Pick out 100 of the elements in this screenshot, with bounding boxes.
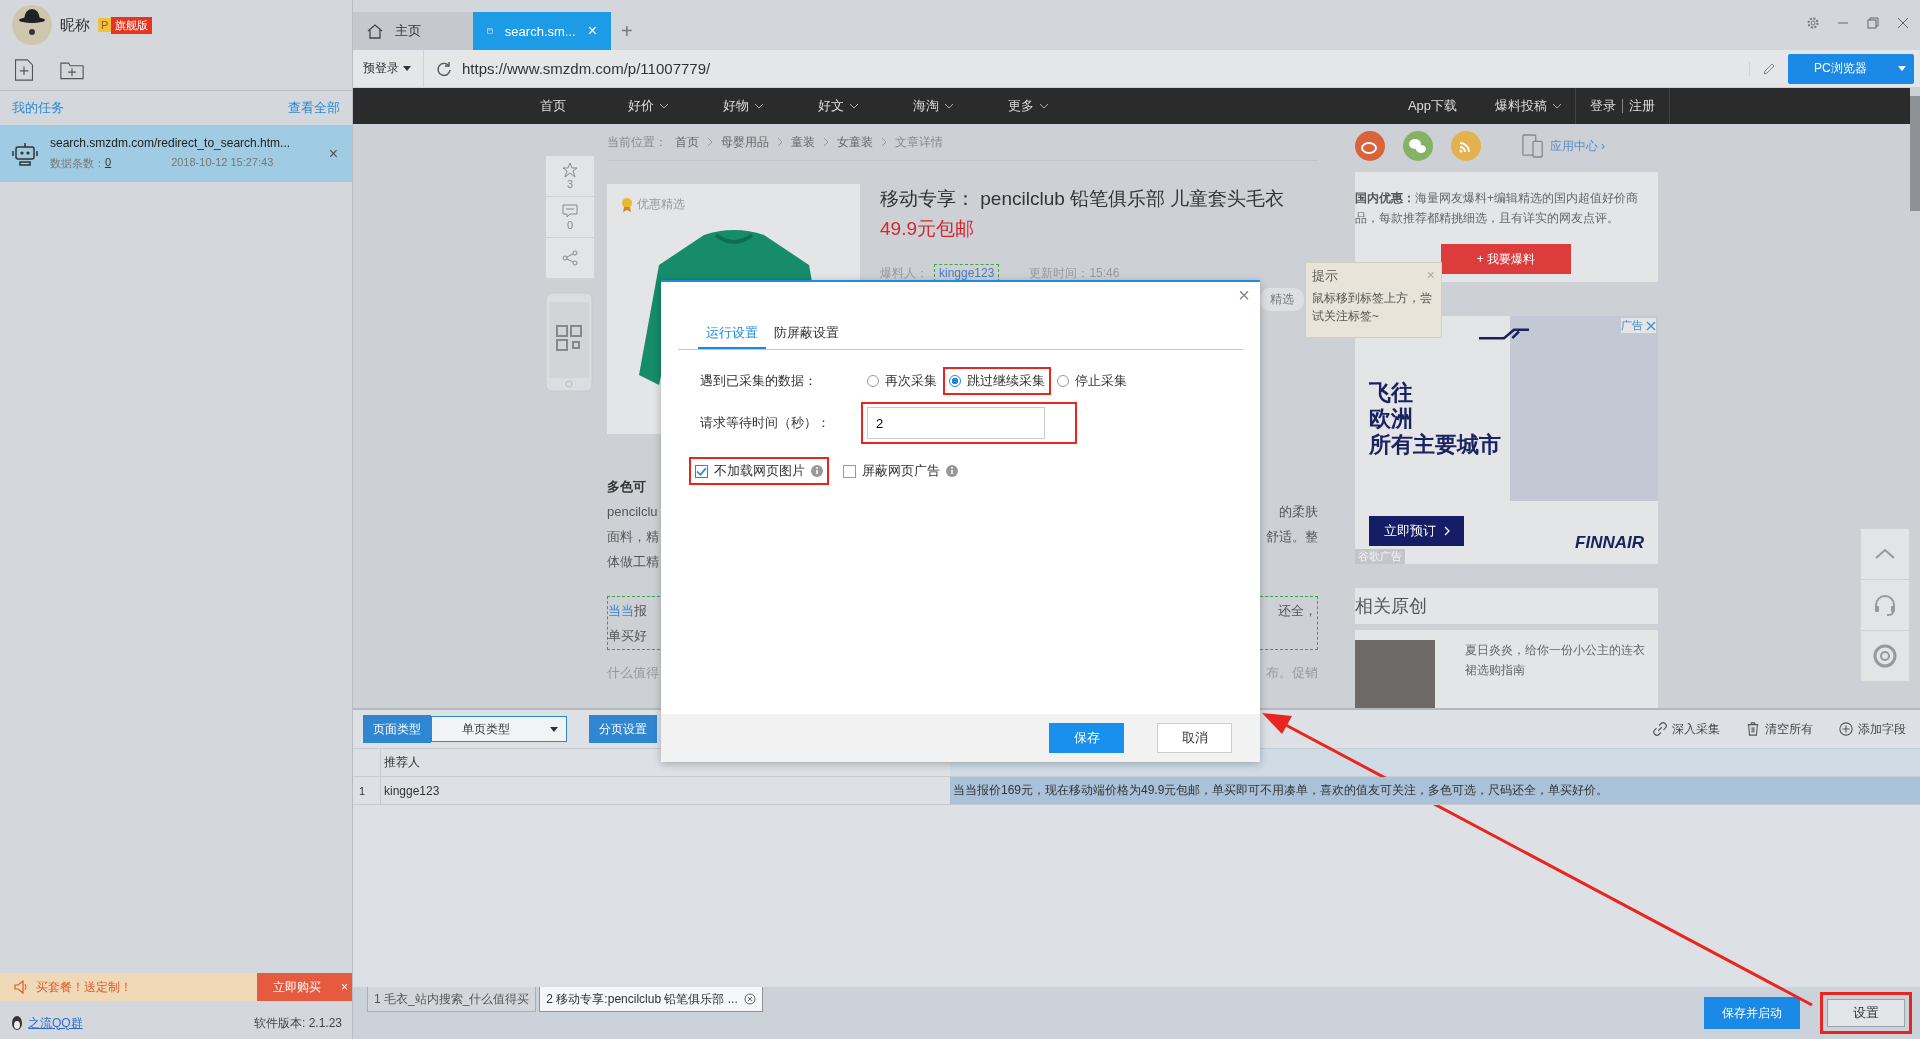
new-file-icon[interactable] (12, 59, 36, 81)
speaker-icon (14, 980, 30, 994)
breadcrumb-link[interactable]: 女童装 (837, 133, 873, 151)
qq-group-link[interactable]: 之流QQ群 (28, 1014, 83, 1032)
cancel-button[interactable]: 取消 (1157, 723, 1232, 753)
task-url: search.smzdm.com/redirect_to_search.htm... (50, 136, 292, 150)
dialog-tab[interactable]: 运行设置 (698, 320, 766, 349)
field-label: 遇到已采集的数据： (700, 372, 818, 390)
featured-label: 优惠精选 (637, 196, 685, 213)
nav-link[interactable]: 爆料投稿 (1480, 97, 1575, 115)
chat-bubbles-icon[interactable] (1403, 131, 1433, 161)
info-icon[interactable] (946, 465, 958, 477)
article-text: 什么值得 (607, 664, 659, 682)
close-button[interactable]: × (1238, 284, 1250, 307)
pagination-button[interactable]: 分页设置 (589, 715, 657, 743)
login-link[interactable]: 登录 (1590, 97, 1616, 115)
toolbar-action[interactable]: 清空所有 (1746, 720, 1813, 738)
close-icon[interactable] (1896, 16, 1910, 30)
register-link[interactable]: 注册 (1629, 97, 1655, 115)
home-icon (367, 23, 383, 39)
chevron-icon (881, 137, 887, 147)
browser-mode-button[interactable]: PC浏览器 (1788, 53, 1914, 84)
radio-option[interactable]: 再次采集 (867, 372, 937, 390)
refresh-icon[interactable] (436, 60, 452, 77)
nav-link[interactable]: 好文 (790, 97, 885, 115)
radio-option[interactable]: 跳过继续采集 (949, 372, 1045, 390)
nav-link[interactable]: 首页 (505, 97, 600, 115)
tip-title: 提示 (1312, 267, 1338, 285)
section-heading: 多色可 (607, 478, 646, 496)
close-button[interactable]: × (328, 144, 338, 163)
article-text: pencilclu (607, 503, 658, 521)
settings-icon[interactable] (1806, 16, 1820, 30)
field-label: 请求等待时间（秒）： (700, 414, 831, 432)
browser-tab[interactable]: 主页 (353, 12, 473, 50)
report-button[interactable]: + 我要爆料 (1441, 244, 1571, 274)
breadcrumb-link[interactable]: 童装 (791, 133, 815, 151)
radio-button[interactable] (949, 375, 961, 387)
airline-logo-icon (1479, 328, 1529, 340)
ad-headline: 飞往 (1369, 380, 1414, 406)
toolbar-action[interactable]: 添加字段 (1839, 720, 1906, 738)
checkbox[interactable] (843, 464, 856, 478)
checkbox-option[interactable]: 屏蔽网页广告 (843, 462, 940, 480)
input-field[interactable]: 2 (867, 407, 1045, 439)
buy-now-button[interactable]: 立即购买 (257, 973, 338, 1001)
related-article[interactable]: 夏日炎炎，给你一份小公主的连衣裙选购指南 (1355, 630, 1658, 708)
rss-icon[interactable] (1451, 131, 1481, 161)
table-cell: 当当报价169元，现在移动端价格为49.9元包邮，单买即可不用凑单，喜欢的值友可关注，多色可选，尺码还全，单买好价。 (950, 777, 1920, 804)
nav-link[interactable]: 海淘 (885, 97, 980, 115)
breadcrumb-link[interactable]: 母婴用品 (721, 133, 769, 151)
checkbox-option[interactable]: 不加载网页图片 (695, 462, 805, 480)
product-title: 移动专享： pencilclub 铅笔俱乐部 儿童套头毛衣 (880, 187, 1285, 211)
book-now-button[interactable]: 立即预订 (1369, 516, 1464, 546)
info-text: 国内优惠：海量网友爆料+编辑精选的国内超值好价商品，每款推荐都精挑细选，且有详实的网友点评。 (1355, 190, 1639, 227)
task-tab[interactable]: 2 移动专享:pencilclub 铅笔俱乐部 ... (539, 987, 763, 1012)
breadcrumb-link[interactable]: 首页 (675, 133, 699, 151)
toolbar-action[interactable]: 深入采集 (1653, 720, 1720, 738)
page-type-button[interactable]: 页面类型 (363, 715, 431, 743)
url-field[interactable]: https://www.smzdm.com/p/11007779/ (462, 60, 1737, 77)
pencil-icon[interactable] (1749, 61, 1776, 76)
radio-option[interactable]: 停止采集 (1057, 372, 1127, 390)
brand-text: FINNAIR (1574, 533, 1645, 553)
robot-icon (12, 140, 38, 167)
restore-icon[interactable] (1866, 16, 1880, 30)
task-time: 2018-10-12 15:27:43 (171, 156, 274, 170)
nav-link[interactable]: App下载 (1385, 97, 1480, 115)
caret-icon (403, 66, 411, 71)
ad-headline: 所有主要城市 (1369, 432, 1502, 458)
phone-qr-icon[interactable] (545, 292, 593, 392)
save-and-start-button[interactable]: 保存并启动 (1704, 997, 1800, 1029)
nav-link[interactable]: 好物 (695, 97, 790, 115)
close-icon[interactable] (743, 993, 756, 1005)
settings-button[interactable]: 设置 (1827, 999, 1905, 1027)
share-icon (562, 250, 578, 266)
quote-text: 单买好 (608, 627, 647, 645)
avatar-icon[interactable] (12, 5, 52, 45)
close-icon[interactable] (1646, 320, 1656, 331)
promo-text: 买套餐！送定制！ (36, 978, 132, 996)
new-folder-icon[interactable] (60, 59, 84, 81)
chevron-icon (1443, 526, 1450, 536)
page-type-dropdown[interactable]: 单页类型 (431, 716, 567, 742)
close-button[interactable]: × (337, 973, 352, 1001)
medal-icon (621, 196, 633, 213)
dialog-tab[interactable]: 防屏蔽设置 (766, 320, 847, 349)
quote-text: 当当报 (608, 602, 647, 620)
tag-chip[interactable]: 精选 (1260, 288, 1305, 311)
checkbox[interactable] (695, 464, 708, 478)
count-label: 数据条数： (50, 156, 105, 171)
task-tab[interactable]: 1 毛衣_站内搜索_什么值得买 (367, 987, 537, 1012)
star-icon (562, 162, 578, 178)
info-icon[interactable] (811, 465, 823, 477)
task-item[interactable]: search.smzdm.com/redirect_to_search.htm... 数据条数：0 2018-10-12 15:27:43 × (0, 125, 352, 182)
count-link[interactable]: 0 (105, 156, 112, 171)
nav-link[interactable]: 更多 (980, 97, 1075, 115)
row-number: 1 (358, 784, 367, 797)
link-icon (1653, 722, 1667, 736)
nav-link[interactable]: 好价 (600, 97, 695, 115)
edition-badge: 旗舰版 (111, 16, 153, 34)
vip-badge: P (98, 18, 112, 32)
login-menu[interactable]: 预登录 (353, 49, 424, 88)
article-text: 面料，精 (607, 528, 659, 546)
